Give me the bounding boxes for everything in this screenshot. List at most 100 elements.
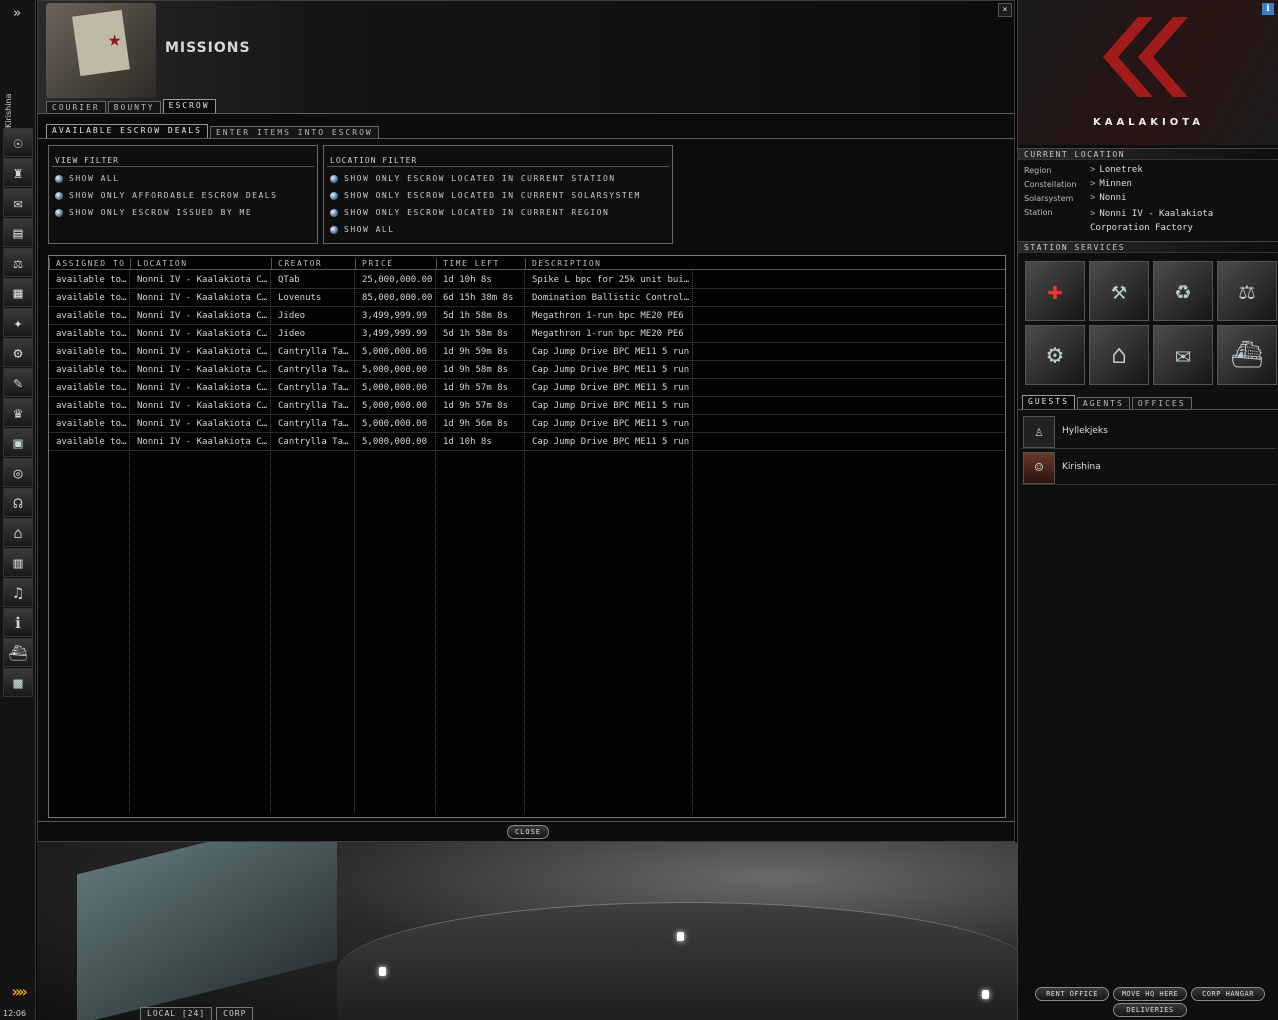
chat-tabs: LOCAL [24] CORP	[140, 1007, 254, 1020]
column-header[interactable]: CREATOR	[271, 258, 355, 270]
fitting-icon[interactable]: ⌂	[3, 518, 33, 547]
column-header[interactable]: ASSIGNED TO	[49, 258, 130, 270]
divider	[1018, 409, 1278, 410]
character-name[interactable]: Kirishina	[4, 88, 16, 128]
table-row[interactable]: available to all Nonni IV - Kaalakiota Co…	[49, 343, 1005, 361]
tab-offices[interactable]: OFFICES	[1131, 397, 1192, 409]
tab-enter-items-into-escrow[interactable]: ENTER ITEMS INTO ESCROW	[209, 126, 379, 138]
tab-guests[interactable]: GUESTS	[1022, 395, 1075, 409]
location-value[interactable]: > Minnen	[1090, 179, 1132, 189]
character-sheet-icon[interactable]: ☉	[3, 128, 33, 157]
rent-office-button[interactable]: RENT OFFICE	[1035, 987, 1109, 1001]
table-cell: 5d 1h 58m 8s	[443, 329, 509, 339]
medical-icon[interactable]: ✚	[1025, 261, 1085, 321]
audio-icon[interactable]: ♫	[3, 578, 33, 607]
expand-neocom-icon[interactable]: »	[8, 6, 26, 22]
contracts-icon[interactable]: ✎	[3, 368, 33, 397]
option-label: SHOW ALL	[344, 225, 395, 234]
repair-shop-icon[interactable]: ⚒	[1089, 261, 1149, 321]
people-places-icon[interactable]: ♜	[3, 158, 33, 187]
location-filter-option[interactable]: SHOW ONLY ESCROW LOCATED IN CURRENT SOLA…	[330, 191, 641, 200]
location-value[interactable]: > Nonni	[1090, 193, 1127, 203]
assets-icon[interactable]: ▦	[3, 278, 33, 307]
table-row[interactable]: available to all Nonni IV - Kaalakiota Co…	[49, 379, 1005, 397]
radio-button-icon[interactable]	[330, 191, 338, 200]
calculator-icon[interactable]: ▣	[3, 428, 33, 457]
avatar[interactable]: ♙	[1023, 416, 1055, 448]
radio-button-icon[interactable]	[330, 208, 338, 217]
avatar[interactable]: ☺	[1023, 452, 1055, 484]
table-row[interactable]: available to all Nonni IV - Kaalakiota Co…	[49, 307, 1005, 325]
view-filter-option[interactable]: SHOW ONLY ESCROW ISSUED BY ME	[55, 208, 252, 217]
table-cell: Jideo	[278, 311, 306, 321]
info-icon[interactable]: i	[1262, 3, 1274, 15]
window-header[interactable]: ★ MISSIONS	[38, 1, 1014, 113]
location-filter-option[interactable]: SHOW ALL	[330, 225, 395, 234]
tab-agents[interactable]: AGENTS	[1076, 397, 1130, 409]
column-header[interactable]: TIME LEFT	[436, 258, 525, 270]
location-key: Constellation	[1024, 180, 1077, 189]
chat-tab-corp[interactable]: CORP	[216, 1007, 254, 1020]
chevron-right-icon[interactable]: »»	[3, 982, 33, 1002]
tab-available-escrow-deals[interactable]: AVAILABLE ESCROW DEALS	[46, 124, 208, 138]
corporation-icon[interactable]: ♛	[3, 398, 33, 427]
column-header[interactable]: DESCRIPTION	[525, 258, 693, 270]
view-filter-option[interactable]: SHOW ONLY AFFORDABLE ESCROW DEALS	[55, 191, 277, 200]
chat-tab-local[interactable]: LOCAL [24]	[140, 1007, 213, 1020]
radio-button-icon[interactable]	[55, 174, 63, 183]
market-icon[interactable]: ⚖	[3, 248, 33, 277]
journal-icon[interactable]: ▥	[3, 548, 33, 577]
deliveries-button[interactable]: DELIVERIES	[1113, 1003, 1187, 1017]
list-item[interactable]: ☺ Kirishina	[1021, 451, 1276, 485]
table-row[interactable]: available to all Nonni IV - Kaalakiota Co…	[49, 325, 1005, 343]
radio-button-icon[interactable]	[330, 225, 338, 234]
table-row[interactable]: available to all Nonni IV - Kaalakiota Co…	[49, 271, 1005, 289]
ship-hangar-icon[interactable]: ⛴	[3, 638, 33, 667]
column-header[interactable]: LOCATION	[130, 258, 271, 270]
table-row[interactable]: available to all Nonni IV - Kaalakiota Co…	[49, 289, 1005, 307]
table-cell: available to all	[56, 329, 128, 339]
missions-icon[interactable]: ✉	[1153, 325, 1213, 385]
view-filter-title: VIEW FILTER	[55, 156, 119, 165]
move-hq-here-button[interactable]: MOVE HQ HERE	[1113, 987, 1187, 1001]
view-filter-option[interactable]: SHOW ALL	[55, 174, 120, 183]
location-value[interactable]: > Nonni IV - Kaalakiota Corporation Facto…	[1090, 207, 1275, 235]
ship-hangar-service-icon[interactable]: ⛴	[1217, 325, 1277, 385]
tab-escrow[interactable]: ESCROW	[162, 99, 216, 113]
channels-icon[interactable]: ☊	[3, 488, 33, 517]
table-header: ASSIGNED TO LOCATION CREATOR PRICE TIME LEFT…	[49, 256, 1005, 270]
starmap-icon[interactable]: ✦	[3, 308, 33, 337]
tab-bounty[interactable]: BOUNTY	[107, 101, 161, 113]
table-row[interactable]: available to all Nonni IV - Kaalakiota Co…	[49, 397, 1005, 415]
corp-hangar-button[interactable]: CORP HANGAR	[1191, 987, 1265, 1001]
item-hangar-icon[interactable]: ▩	[3, 668, 33, 697]
close-icon[interactable]: ×	[998, 3, 1012, 17]
station-hangar-view	[37, 842, 1017, 1020]
reprocessing-plant-icon[interactable]: ♻	[1153, 261, 1213, 321]
notepad-icon[interactable]: ▤	[3, 218, 33, 247]
location-filter-option[interactable]: SHOW ONLY ESCROW LOCATED IN CURRENT REGI…	[330, 208, 609, 217]
table-cell: 3,499,999.99	[362, 329, 428, 339]
science-industry-icon[interactable]: ⚙	[3, 338, 33, 367]
fitting-service-icon[interactable]: ⚙	[1025, 325, 1085, 385]
table-row[interactable]: available to all Nonni IV - Kaalakiota Co…	[49, 433, 1005, 451]
radio-button-icon[interactable]	[330, 174, 338, 183]
radio-button-icon[interactable]	[55, 208, 63, 217]
table-cell: 5,000,000.00	[362, 365, 428, 375]
info-icon[interactable]: ℹ	[3, 608, 33, 637]
list-item[interactable]: ♙ Hyllekjeks	[1021, 415, 1276, 449]
mail-icon[interactable]: ✉	[3, 188, 33, 217]
close-button[interactable]: CLOSE	[507, 825, 549, 839]
tab-courier[interactable]: COURIER	[46, 101, 106, 113]
factory-icon[interactable]: ⌂	[1089, 325, 1149, 385]
chevron-right-icon: >	[1090, 179, 1096, 189]
location-filter-option[interactable]: SHOW ONLY ESCROW LOCATED IN CURRENT STAT…	[330, 174, 616, 183]
market-service-icon[interactable]: ⚖	[1217, 261, 1277, 321]
table-row[interactable]: available to all Nonni IV - Kaalakiota Co…	[49, 415, 1005, 433]
table-row[interactable]: available to all Nonni IV - Kaalakiota Co…	[49, 361, 1005, 379]
table-cell: Cap Jump Drive BPC ME11 5 run	[532, 347, 690, 357]
column-header[interactable]: PRICE	[355, 258, 436, 270]
location-value[interactable]: > Lonetrek	[1090, 165, 1143, 175]
radio-button-icon[interactable]	[55, 191, 63, 200]
help-icon[interactable]: ◎	[3, 458, 33, 487]
